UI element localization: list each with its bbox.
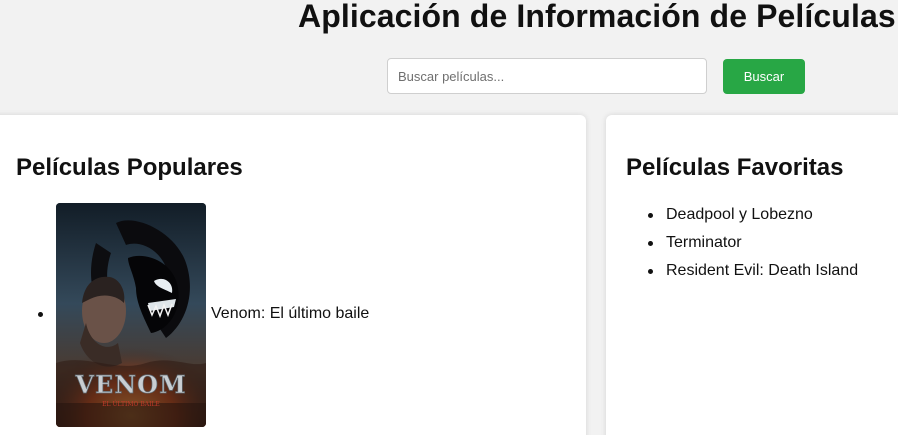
favorite-item[interactable]: Resident Evil: Death Island [646, 257, 858, 285]
search-input[interactable] [387, 58, 707, 94]
popular-movies-card: Películas Populares VENOM EL ÚLTIMO BAIL… [0, 115, 586, 435]
favorite-movies-list: Deadpool y Lobezno Terminator Resident E… [646, 201, 858, 285]
favorite-movies-card: Películas Favoritas Deadpool y Lobezno T… [606, 115, 898, 435]
popular-movies-title: Películas Populares [16, 154, 243, 181]
app-page: Aplicación de Información de Películas B… [0, 0, 898, 435]
search-button[interactable]: Buscar [723, 59, 805, 94]
favorite-item[interactable]: Terminator [646, 229, 858, 257]
app-title: Aplicación de Información de Películas [298, 0, 896, 34]
movie-title[interactable]: Venom: El último baile [211, 305, 369, 323]
bullet-icon [38, 312, 43, 317]
svg-text:VENOM: VENOM [74, 370, 186, 399]
favorite-item[interactable]: Deadpool y Lobezno [646, 201, 858, 229]
favorite-movies-title: Películas Favoritas [626, 154, 844, 181]
svg-text:EL ÚLTIMO BAILE: EL ÚLTIMO BAILE [102, 400, 160, 408]
movie-poster[interactable]: VENOM EL ÚLTIMO BAILE [56, 203, 206, 427]
